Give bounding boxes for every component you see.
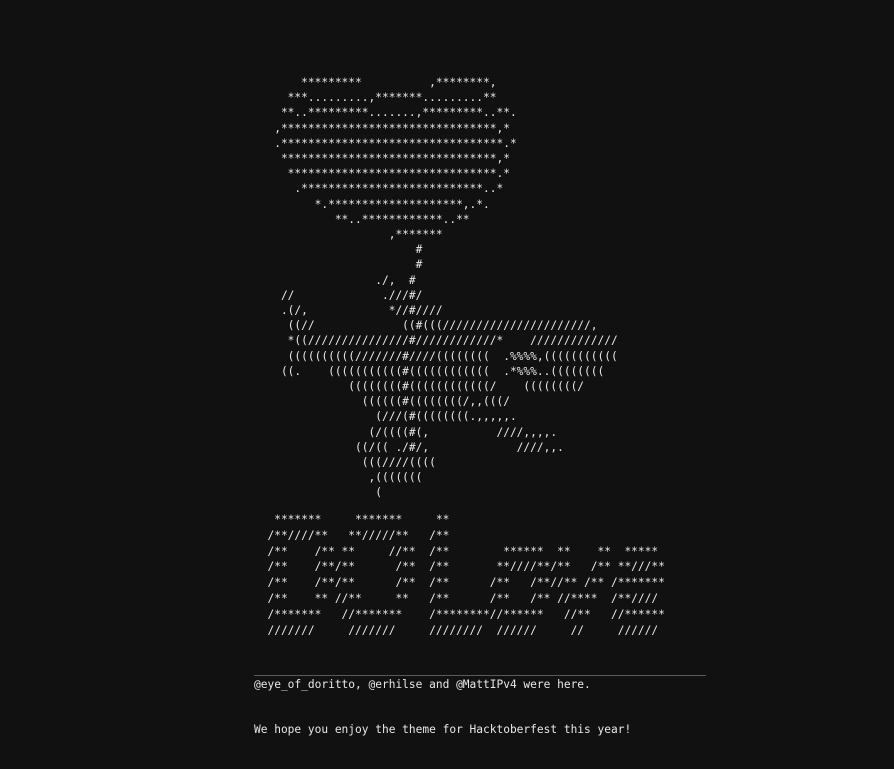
hacktoberfest-line: We hope you enjoy the theme for Hacktobe… (254, 723, 632, 736)
credits-line: @eye_of_doritto, @erhilse and @MattIPv4 … (254, 678, 591, 691)
credits-message: @eye_of_doritto, @erhilse and @MattIPv4 … (254, 647, 706, 767)
divider-line (254, 675, 706, 676)
ascii-heart-robot-art: ********* ,********, ***.........,******… (274, 76, 618, 500)
ascii-dolove-logo-art: ******* ******* ** /**////** **/////** /… (267, 513, 665, 637)
terminal-screen: ********* ,********, ***.........,******… (0, 0, 894, 769)
